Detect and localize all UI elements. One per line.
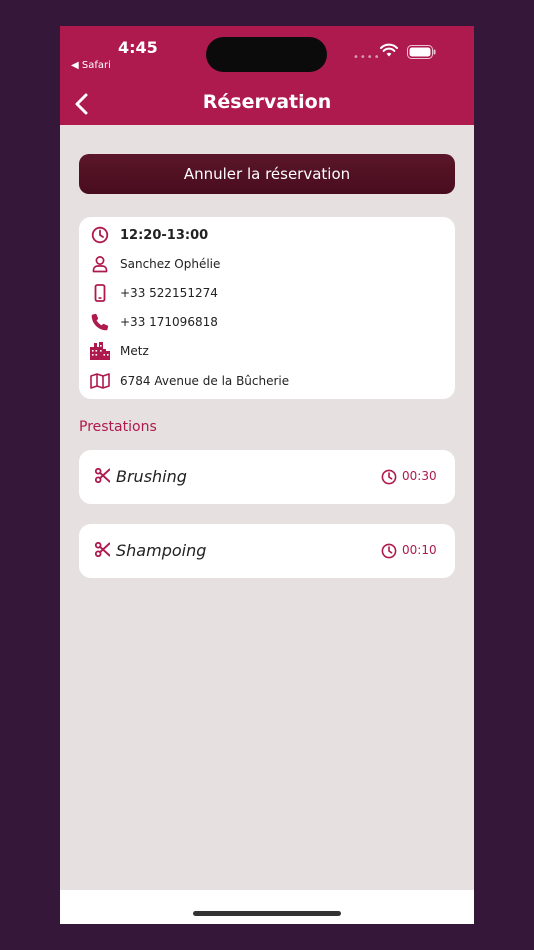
mobile-phone-icon — [90, 283, 110, 303]
scissors-icon — [95, 542, 110, 557]
time-slot: 12:20-13:00 — [120, 227, 209, 243]
phone-row[interactable]: +33 171096818 — [90, 311, 218, 333]
map-icon — [90, 371, 110, 391]
city-buildings-icon — [90, 341, 110, 361]
address: 6784 Avenue de la Bûcherie — [120, 374, 290, 388]
city: Metz — [120, 344, 149, 358]
time-slot-row: 12:20-13:00 — [90, 224, 208, 246]
mobile-row[interactable]: +33 522151274 — [90, 282, 218, 304]
home-indicator[interactable] — [193, 911, 341, 916]
prestations-title: Prestations — [79, 419, 157, 435]
client-name: Sanchez Ophélie — [120, 257, 221, 271]
wifi-icon — [380, 43, 398, 57]
user-icon — [90, 254, 110, 274]
prestation-card[interactable]: Shampoing 00:10 — [79, 524, 455, 578]
page-title: Réservation — [202, 91, 332, 113]
status-back-to-safari[interactable]: ◀ Safari — [71, 60, 111, 71]
prestation-duration: 00:10 — [402, 543, 437, 557]
city-row: Metz — [90, 340, 149, 362]
app-header: 4:45 ◀ Safari •••• Réservation — [60, 26, 474, 125]
cancel-reservation-button[interactable]: Annuler la réservation — [79, 154, 455, 194]
prestation-card[interactable]: Brushing 00:30 — [79, 450, 455, 504]
prestation-name: Brushing — [116, 467, 187, 486]
mobile-number: +33 522151274 — [120, 286, 218, 300]
clock-icon — [90, 225, 110, 245]
scissors-icon — [95, 468, 110, 483]
client-row: Sanchez Ophélie — [90, 253, 220, 275]
address-row[interactable]: 6784 Avenue de la Bûcherie — [90, 370, 289, 392]
phone-number: +33 171096818 — [120, 315, 218, 329]
signal-dots-icon: •••• — [353, 52, 381, 63]
bottom-bar — [60, 890, 474, 924]
booking-info-card: 12:20-13:00 Sanchez Ophélie +33 52215127… — [79, 217, 455, 399]
prestation-name: Shampoing — [116, 541, 207, 560]
phone-icon — [90, 312, 110, 332]
prestation-duration: 00:30 — [402, 469, 437, 483]
phone-screen: 4:45 ◀ Safari •••• Réservation Annuler l… — [60, 26, 474, 924]
clock-icon — [381, 543, 397, 559]
clock-icon — [381, 469, 397, 485]
status-time: 4:45 — [118, 38, 158, 57]
battery-icon — [407, 45, 436, 59]
dynamic-island — [206, 37, 327, 72]
